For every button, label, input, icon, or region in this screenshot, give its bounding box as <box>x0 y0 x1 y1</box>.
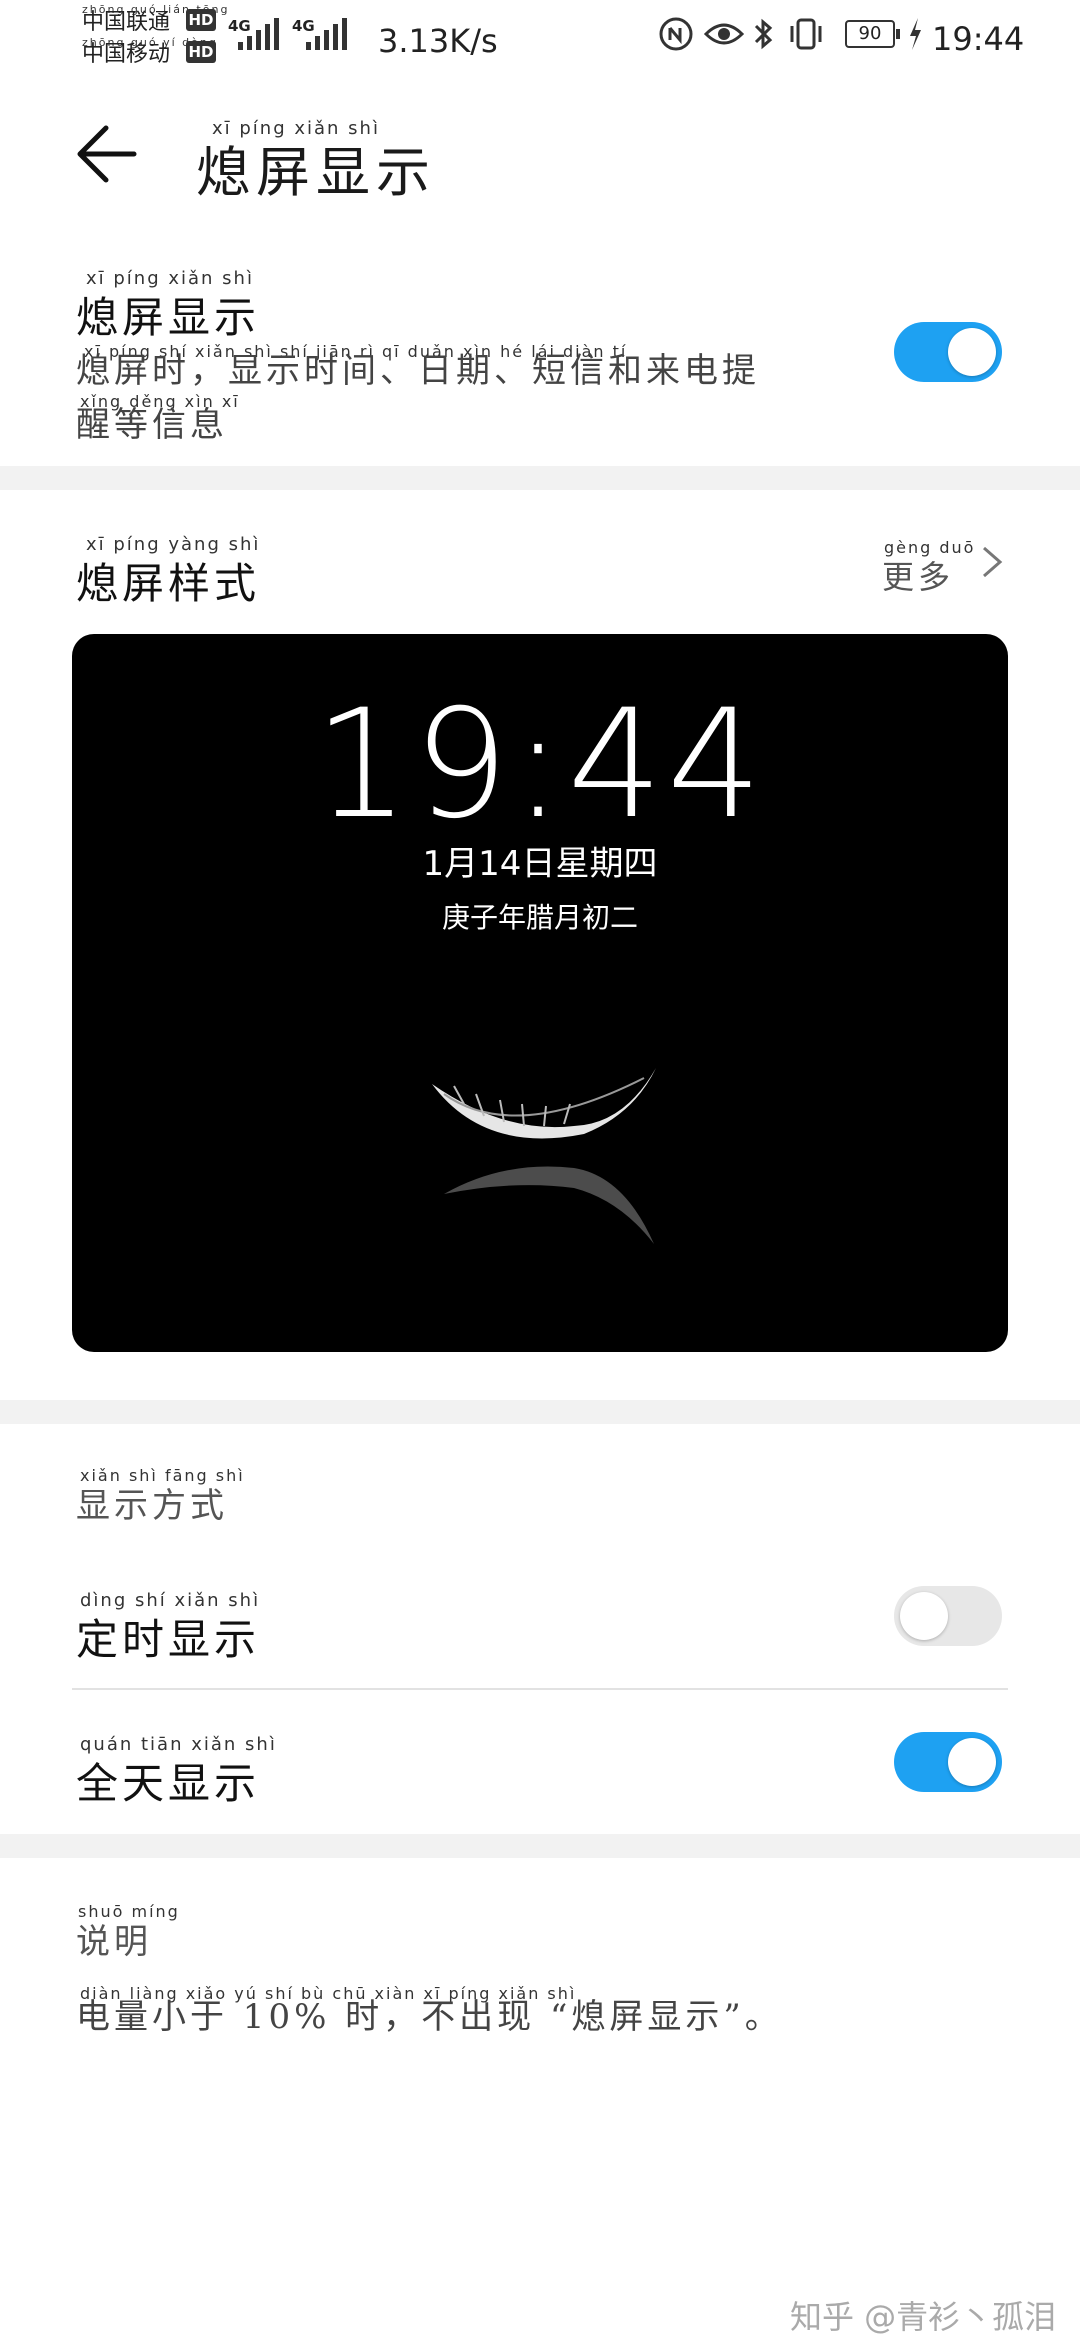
bluetooth-icon <box>754 18 773 50</box>
feather-image <box>432 1068 656 1244</box>
section-separator <box>0 1834 1080 1858</box>
hd-badge-1: HD <box>186 9 216 31</box>
section-separator <box>0 1400 1080 1424</box>
watermark: 知乎 @青衫丶孤泪 <box>790 2298 1057 2336</box>
notes-caption: 说明 <box>76 1922 152 1962</box>
status-time: 19:44 <box>932 20 1025 58</box>
eye-comfort-icon <box>704 23 744 45</box>
battery-icon: 90 <box>845 20 900 48</box>
aod-title: 熄屏显示 <box>76 293 261 342</box>
page-title: 熄屏显示 <box>196 141 436 204</box>
row-divider <box>72 1688 1008 1690</box>
network-speed: 3.13K/s <box>378 22 498 60</box>
carrier2-label: 中国移动 <box>82 42 171 67</box>
hd-badge-2: HD <box>186 41 216 63</box>
carrier1-label: 中国联通 <box>82 10 171 35</box>
aod-desc-line-1: 熄屏时，显示时间、日期、短信和来电提 <box>76 351 760 391</box>
scheduled-display-toggle[interactable] <box>894 1586 1002 1646</box>
back-arrow-icon[interactable] <box>76 122 140 186</box>
battery-level: 90 <box>858 23 882 44</box>
signal-strength-icon-1 <box>238 16 279 50</box>
vibrate-icon <box>790 18 822 50</box>
nfc-icon <box>659 17 693 51</box>
display-mode-caption: 显示方式 <box>76 1486 228 1526</box>
chevron-right-icon <box>983 546 1003 578</box>
preview-clock: 19:44 <box>313 678 767 852</box>
aod-style-title: 熄屏样式 <box>76 559 261 608</box>
charging-icon <box>910 18 921 50</box>
more-label: 更多 <box>882 558 955 596</box>
aod-desc-line-2: 醒等信息 <box>76 405 228 445</box>
aod-toggle-switch[interactable] <box>894 322 1002 382</box>
scheduled-display-label: 定时显示 <box>76 1615 261 1664</box>
preview-lunar-date: 庚子年腊月初二 <box>441 901 638 934</box>
all-day-display-toggle[interactable] <box>894 1732 1002 1792</box>
aod-style-preview[interactable]: 19:44 1月14日星期四 庚子年腊月初二 <box>72 634 1008 1352</box>
preview-date: 1月14日星期四 <box>422 844 658 884</box>
signal-strength-icon-2 <box>306 16 347 50</box>
all-day-display-label: 全天显示 <box>76 1759 261 1808</box>
section-separator <box>0 466 1080 490</box>
notes-text: 电量小于 10% 时，不出现 “熄屏显示”。 <box>76 1997 783 2037</box>
